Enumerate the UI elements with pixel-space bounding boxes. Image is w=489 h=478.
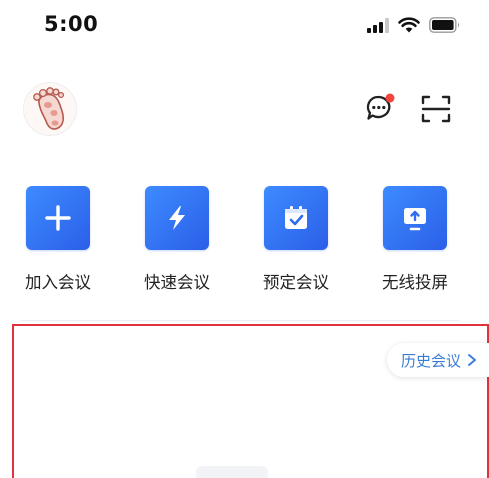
quick-meeting-button[interactable]: 快速会议: [129, 186, 225, 293]
history-meetings-label: 历史会议: [400, 351, 461, 370]
calendar-check-icon: [285, 206, 307, 229]
schedule-meeting-label: 预定会议: [263, 273, 329, 292]
quick-meeting-tile[interactable]: [145, 186, 209, 250]
quick-actions: 加入会议 快速会议 预定会议 无线投屏: [0, 186, 489, 296]
lightning-icon: [169, 206, 185, 230]
wifi-icon: [398, 17, 420, 33]
message-icon: [366, 93, 395, 120]
join-meeting-tile[interactable]: [26, 186, 90, 250]
screen-share-icon: [404, 208, 426, 231]
status-bar: 5:00: [0, 0, 489, 56]
status-time: 5:00: [44, 12, 99, 36]
history-meetings-button[interactable]: 历史会议: [386, 343, 489, 377]
join-meeting-label: 加入会议: [25, 273, 91, 292]
status-icons: [367, 17, 461, 33]
divider: [20, 320, 460, 321]
content-placeholder: [196, 466, 268, 478]
quick-meeting-label: 快速会议: [144, 273, 210, 292]
signal-icon: [367, 17, 389, 33]
avatar[interactable]: [23, 82, 77, 136]
wireless-cast-button[interactable]: 无线投屏: [367, 186, 463, 293]
footprint-avatar-icon: [33, 87, 65, 130]
schedule-meeting-tile[interactable]: [264, 186, 328, 250]
battery-icon: [429, 17, 460, 33]
wireless-cast-tile[interactable]: [383, 186, 447, 250]
notification-badge: [385, 93, 395, 103]
message-button[interactable]: [364, 92, 396, 124]
schedule-meeting-button[interactable]: 预定会议: [248, 186, 344, 293]
join-meeting-button[interactable]: 加入会议: [10, 186, 106, 293]
wireless-cast-label: 无线投屏: [382, 273, 448, 292]
plus-icon: [45, 205, 71, 231]
scan-icon: [421, 95, 451, 123]
scan-button[interactable]: [421, 94, 451, 124]
chevron-right-icon: [468, 354, 476, 366]
